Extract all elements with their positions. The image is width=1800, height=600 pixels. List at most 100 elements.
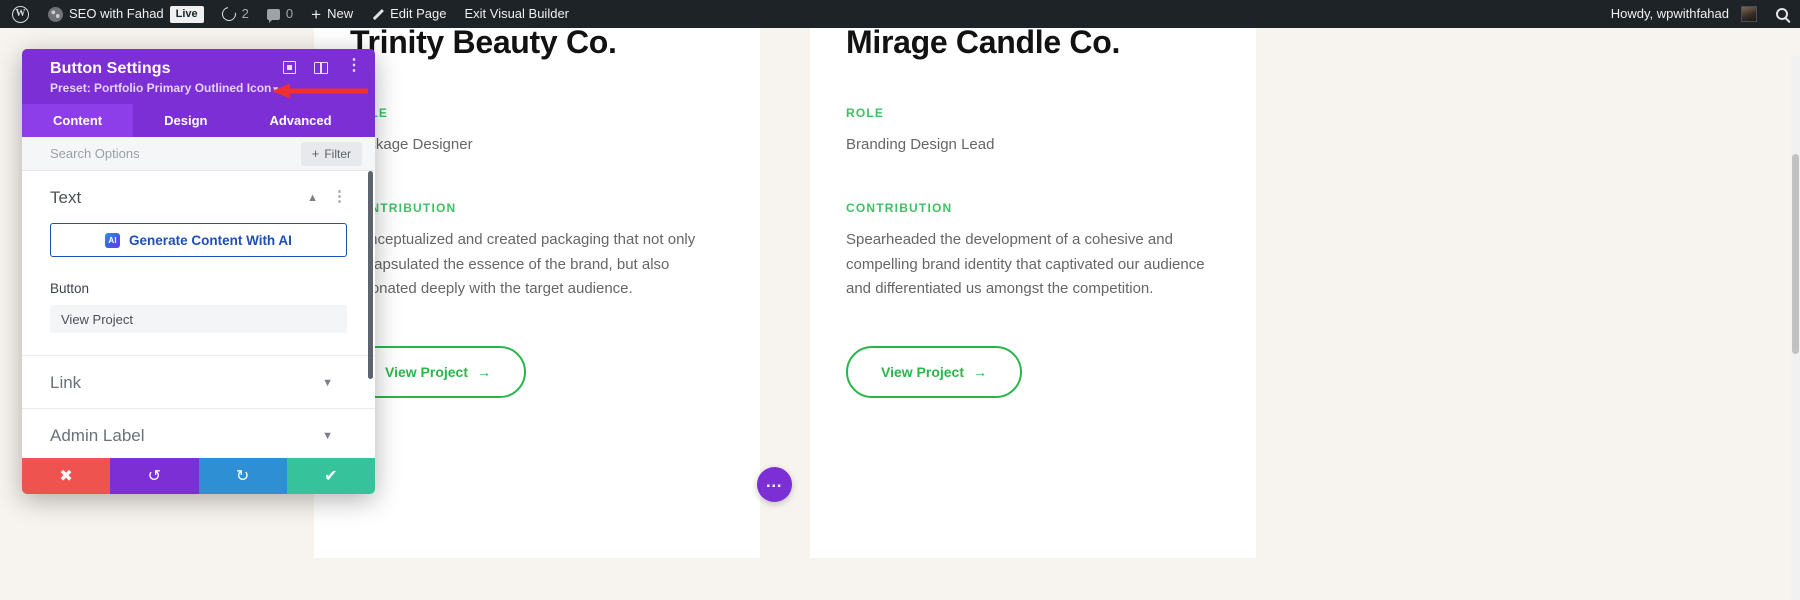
contribution-value: Spearheaded the development of a cohesiv…: [846, 231, 1205, 297]
button-text-field-row: Button: [50, 281, 347, 333]
button-text-input[interactable]: [50, 305, 347, 333]
cancel-button[interactable]: ✖: [22, 458, 111, 494]
focus-icon[interactable]: [283, 61, 296, 74]
tab-content-label: Content: [53, 113, 103, 128]
wp-admin-bar: SEO with Fahad Live 2 0 + New Edit Page …: [0, 0, 1800, 28]
button-text-field-label: Button: [50, 281, 90, 296]
modal-scrollbar-thumb[interactable]: [368, 171, 373, 379]
site-name-menu[interactable]: SEO with Fahad Live: [39, 0, 213, 28]
edit-page-label: Edit Page: [390, 6, 447, 21]
modal-tabs: Content Design Advanced: [22, 104, 375, 137]
contribution-label: CONTRIBUTION: [350, 201, 457, 216]
canvas-mid-spacer: [760, 28, 810, 600]
role-value: Branding Design Lead: [846, 136, 995, 153]
generate-content-with-ai-label: Generate Content With AI: [129, 232, 292, 248]
page-scrollbar[interactable]: [1791, 56, 1800, 600]
site-name-label: SEO with Fahad: [69, 6, 164, 21]
exit-visual-builder-button[interactable]: Exit Visual Builder: [455, 0, 578, 28]
section-text: Text ⋮ AI Generate Content With AI Butto…: [22, 171, 375, 356]
modal-header: Button Settings Preset: Portfolio Primar…: [22, 49, 375, 104]
section-link: Link: [22, 356, 375, 409]
card-bottom-strip: [810, 558, 1256, 600]
modal-body-scroll: Text ⋮ AI Generate Content With AI Butto…: [22, 171, 375, 458]
role-label: ROLE: [846, 106, 885, 120]
chevron-down-icon[interactable]: [322, 377, 333, 389]
contribution-label: CONTRIBUTION: [846, 201, 953, 216]
project-title: Trinity Beauty Co.: [350, 28, 617, 60]
tab-advanced-label: Advanced: [269, 113, 332, 128]
ellipsis-icon: …: [765, 472, 784, 491]
project-card-trinity: Trinity Beauty Co. ROLE Package Designer…: [314, 28, 760, 558]
save-button[interactable]: ✔: [286, 458, 375, 494]
undo-icon: ↺: [147, 468, 162, 485]
section-link-title: Link: [50, 373, 82, 392]
layout-icon[interactable]: [314, 61, 328, 74]
view-project-label: View Project: [881, 364, 965, 381]
filter-button[interactable]: + Filter: [300, 141, 362, 166]
redo-button[interactable]: ↻: [198, 458, 287, 494]
tab-design[interactable]: Design: [133, 104, 238, 137]
kebab-menu-icon[interactable]: ⋮: [332, 187, 347, 205]
filter-label: Filter: [324, 146, 351, 161]
canvas-right-spacer: [1256, 28, 1800, 600]
arrow-right-icon: →: [477, 364, 492, 381]
pencil-icon: [371, 8, 384, 21]
generate-content-with-ai-button[interactable]: AI Generate Content With AI: [50, 223, 347, 257]
revisions-count: 2: [241, 6, 249, 21]
edit-page-button[interactable]: Edit Page: [362, 0, 455, 28]
project-title: Mirage Candle Co.: [846, 28, 1121, 60]
modal-footer: ✖ ↺ ↻ ✔: [22, 458, 375, 494]
page-scrollbar-thumb[interactable]: [1792, 154, 1799, 354]
modal-scrollbar[interactable]: [368, 171, 373, 458]
wordpress-logo-icon: [12, 5, 29, 23]
view-project-button[interactable]: View Project →: [846, 346, 1023, 399]
arrow-right-icon: →: [973, 364, 988, 381]
section-admin-label-header[interactable]: Admin Label: [50, 409, 347, 458]
undo-button[interactable]: ↺: [110, 458, 199, 494]
section-link-header[interactable]: Link: [50, 356, 347, 408]
preset-selector[interactable]: Preset: Portfolio Primary Outlined Icon ▾: [50, 81, 360, 95]
card-bottom-strip: [314, 558, 760, 600]
revisions-icon: [218, 4, 239, 24]
live-badge: Live: [169, 5, 204, 23]
comments-count: 0: [285, 6, 294, 21]
howdy-label: Howdy, wpwithfahad: [1610, 6, 1729, 21]
chevron-up-icon[interactable]: [307, 192, 318, 204]
comments-button[interactable]: 0: [258, 0, 302, 28]
check-icon: ✔: [324, 468, 338, 485]
close-icon: ✖: [59, 468, 73, 485]
modal-body: Text ⋮ AI Generate Content With AI Butto…: [22, 171, 375, 458]
contribution-value: Conceptualized and created packaging tha…: [350, 231, 696, 297]
plus-icon: +: [311, 4, 322, 24]
tab-design-label: Design: [164, 113, 208, 128]
avatar: [1741, 6, 1757, 22]
revisions-button[interactable]: 2: [213, 0, 258, 28]
wordpress-logo-button[interactable]: [0, 0, 39, 28]
section-text-header[interactable]: Text ⋮: [50, 171, 347, 223]
new-content-button[interactable]: + New: [302, 0, 362, 28]
search-row: + Filter: [22, 137, 375, 171]
role-value: Package Designer: [350, 136, 473, 153]
account-menu[interactable]: Howdy, wpwithfahad: [1602, 0, 1766, 28]
search-icon[interactable]: [1776, 8, 1788, 20]
redo-icon: ↻: [235, 468, 250, 485]
ai-icon: AI: [105, 232, 121, 248]
role-label: ROLE: [350, 106, 724, 120]
new-label: New: [327, 6, 354, 21]
kebab-menu-icon[interactable]: ⋮: [346, 58, 362, 74]
section-text-body: AI Generate Content With AI Button: [50, 223, 347, 355]
section-admin-label: Admin Label: [22, 409, 375, 458]
tab-content[interactable]: Content: [22, 104, 134, 137]
search-input[interactable]: [50, 146, 301, 161]
section-admin-label-title: Admin Label: [50, 426, 145, 445]
button-settings-modal: Button Settings Preset: Portfolio Primar…: [22, 49, 375, 494]
comment-bubble-icon: [266, 8, 280, 23]
chevron-down-icon[interactable]: [322, 430, 333, 442]
view-project-button[interactable]: View Project →: [350, 346, 527, 399]
dashboard-icon: [48, 6, 63, 22]
module-actions-floating-button[interactable]: …: [757, 467, 792, 502]
section-text-title: Text: [50, 188, 82, 207]
project-card-mirage: Mirage Candle Co. ROLE Branding Design L…: [810, 28, 1256, 558]
tab-advanced[interactable]: Advanced: [238, 104, 362, 137]
view-project-label: View Project: [385, 364, 469, 381]
